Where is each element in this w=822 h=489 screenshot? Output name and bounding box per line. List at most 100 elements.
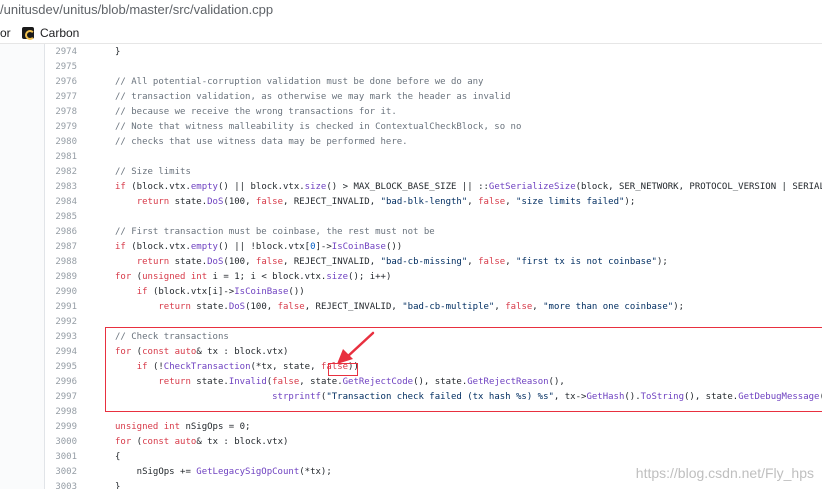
code-text: for (unsigned int i = 1; i < block.vtx.s… [77, 270, 391, 285]
code-line: 2988 return state.DoS(100, false, REJECT… [45, 255, 822, 270]
code-lines: 2974} 2975 2976// All potential-corruption… [45, 44, 822, 489]
code-token: ( [131, 272, 143, 282]
line-number[interactable]: 2996 [45, 375, 77, 390]
code-token: , [494, 302, 506, 312]
code-token: size [304, 182, 327, 192]
code-token: false [505, 302, 533, 312]
line-number[interactable]: 2983 [45, 180, 77, 195]
code-token: ()) [385, 242, 403, 252]
line-number[interactable]: 2994 [45, 345, 77, 360]
line-number[interactable]: 2975 [45, 60, 77, 75]
code-token: , [505, 257, 517, 267]
code-token: "first tx is not coinbase" [516, 257, 657, 267]
code-text: } [77, 45, 120, 60]
code-token: () > MAX_BLOCK_BASE_SIZE || :: [326, 182, 489, 192]
carbon-icon [22, 27, 35, 40]
line-number[interactable]: 2979 [45, 120, 77, 135]
code-token: (*tx); [299, 467, 332, 477]
code-token: "bad-cb-multiple" [402, 302, 495, 312]
code-token: , REJECT_INVALID, [283, 197, 381, 207]
code-text: { [77, 450, 120, 465]
code-line: 2999 unsigned int nSigOps = 0; [45, 420, 822, 435]
line-number[interactable]: 2982 [45, 165, 77, 180]
line-number[interactable]: 2981 [45, 150, 77, 165]
line-number[interactable]: 2992 [45, 315, 77, 330]
code-token: (block, SER_NETWORK, PROTOCOL_VERSION | … [575, 182, 822, 192]
code-token: unsigned int [115, 422, 181, 432]
line-number[interactable]: 2990 [45, 285, 77, 300]
line-number[interactable]: 2997 [45, 390, 77, 405]
line-number[interactable]: 2993 [45, 330, 77, 345]
code-token: nSigOps = 0; [180, 422, 251, 432]
code-token: state. [169, 197, 208, 207]
bookmark-label-carbon: Carbon [40, 26, 80, 40]
line-number[interactable]: 2999 [45, 420, 77, 435]
code-text: return state.DoS(100, false, REJECT_INVA… [77, 255, 668, 270]
address-bar[interactable]: /unitusdev/unitus/blob/master/src/valida… [0, 0, 822, 22]
line-number[interactable]: 2980 [45, 135, 77, 150]
code-text: if (block.vtx.empty() || block.vtx.size(… [77, 180, 822, 195]
code-token: if [115, 182, 126, 192]
code-token: empty [190, 182, 218, 192]
code-token: , [532, 302, 544, 312]
code-text: } [77, 480, 120, 489]
line-number[interactable]: 3002 [45, 465, 77, 480]
code-text: // All potential-corruption validation m… [77, 75, 483, 90]
code-line: 2990 if (block.vtx[i]->IsCoinBase()) [45, 285, 822, 300]
code-token: state. [169, 257, 208, 267]
line-number[interactable]: 2998 [45, 405, 77, 420]
line-number[interactable]: 3003 [45, 480, 77, 489]
line-number[interactable]: 2991 [45, 300, 77, 315]
code-token: (100, [223, 257, 256, 267]
code-text: // because we receive the wrong transact… [77, 105, 397, 120]
code-token: ( [131, 437, 143, 447]
line-number[interactable]: 2977 [45, 90, 77, 105]
code-token: () || block.vtx. [217, 182, 305, 192]
line-number[interactable]: 3000 [45, 435, 77, 450]
bookmarks-bar: or Carbon [0, 22, 822, 44]
url-text: /unitusdev/unitus/blob/master/src/valida… [0, 2, 274, 17]
line-number[interactable]: 2984 [45, 195, 77, 210]
code-token: // Note that witness malleability is che… [115, 122, 522, 132]
code-token: , [467, 197, 479, 207]
bookmark-item-or[interactable]: or [0, 25, 11, 41]
code-token: // because we receive the wrong transact… [115, 107, 397, 117]
bookmark-item-carbon[interactable]: Carbon [22, 25, 79, 41]
code-token: ()) [288, 287, 305, 297]
code-token: (); i++) [348, 272, 392, 282]
highlight-box [105, 327, 822, 412]
code-line: 2989 for (unsigned int i = 1; i < block.v… [45, 270, 822, 285]
code-token: // All potential-corruption validation m… [115, 77, 484, 87]
code-token: false [255, 197, 284, 207]
line-number[interactable]: 2989 [45, 270, 77, 285]
line-number[interactable]: 2986 [45, 225, 77, 240]
code-token: (100, [223, 197, 256, 207]
code-line: 2978 // because we receive the wrong tran… [45, 105, 822, 120]
line-number[interactable]: 2987 [45, 240, 77, 255]
code-text: return state.DoS(100, false, REJECT_INVA… [77, 195, 636, 210]
code-line: 2977 // transaction validation, as otherw… [45, 90, 822, 105]
code-line: 3003} [45, 480, 822, 489]
code-line: 3000 for (const auto& tx : block.vtx) [45, 435, 822, 450]
line-number[interactable]: 3001 [45, 450, 77, 465]
code-token: "bad-cb-missing" [380, 257, 468, 267]
page-content: 2974} 2975 2976// All potential-corruption… [0, 44, 822, 489]
line-number[interactable]: 2974 [45, 45, 77, 60]
code-token: nSigOps += [115, 467, 197, 477]
line-number[interactable]: 2985 [45, 210, 77, 225]
line-number[interactable]: 2988 [45, 255, 77, 270]
code-line: 2979 // Note that witness malleability is… [45, 120, 822, 135]
line-number[interactable]: 2976 [45, 75, 77, 90]
code-token: (block.vtx. [125, 242, 191, 252]
code-token: "bad-blk-length" [380, 197, 468, 207]
line-number[interactable]: 2978 [45, 105, 77, 120]
code-token: if [136, 287, 148, 297]
code-token: // Size limits [115, 167, 191, 177]
line-number[interactable]: 2995 [45, 360, 77, 375]
code-token: () || !block.vtx[ [217, 242, 311, 252]
